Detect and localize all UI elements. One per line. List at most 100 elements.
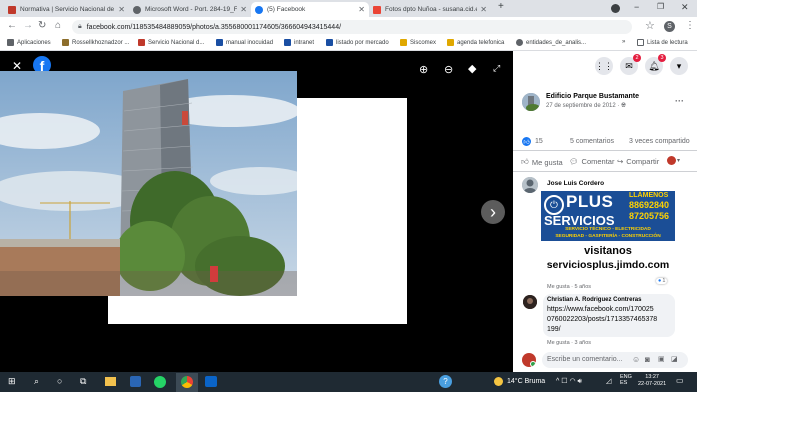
- ad-services-line-2: SEGURIDAD - GASFITERÍA - CONSTRUCCIÓN: [555, 234, 661, 239]
- help-icon[interactable]: ?: [439, 375, 452, 388]
- system-tray-icons[interactable]: ^ ☐ ◠ 🔊︎: [556, 377, 582, 386]
- comment-text-line[interactable]: https://www.facebook.com/170025: [547, 306, 654, 313]
- post-panel: ⋮⋮ ✉ 2 🔔︎ 3 ▾ Edificio Parque Bustamante…: [513, 51, 697, 372]
- comment-input-box[interactable]: Escribe un comentario... ☺ ◙ ▣ ◪: [542, 352, 688, 368]
- share-arrow-icon: ↪: [617, 157, 624, 166]
- comment-meta[interactable]: Me gusta · 3 años: [547, 340, 591, 346]
- zoom-out-icon[interactable]: ⊖: [444, 63, 453, 76]
- fullscreen-icon[interactable]: ⤢: [493, 63, 500, 74]
- search-icon[interactable]: ⌕: [34, 376, 39, 387]
- wifi-icon[interactable]: ◿: [606, 377, 611, 385]
- bookmark-favicon-icon: [447, 39, 454, 46]
- browser-tab-active[interactable]: (5) Facebook ✕: [251, 2, 369, 17]
- commenter-avatar[interactable]: [523, 295, 537, 309]
- page-avatar[interactable]: [522, 93, 540, 111]
- browser-tab[interactable]: Normativa | Servicio Nacional de ✕: [4, 2, 129, 17]
- url-text: facebook.com/118535484889059/photos/a.35…: [86, 23, 342, 31]
- close-tab-icon[interactable]: ✕: [240, 5, 247, 14]
- profile-dot-icon[interactable]: [611, 4, 620, 13]
- navigation-bar: ← → ↻ ⌂ 🔒︎ facebook.com/118535484889059/…: [0, 17, 697, 37]
- shares-count[interactable]: 3 veces compartido: [629, 138, 690, 145]
- forward-arrow-icon[interactable]: →: [23, 20, 33, 31]
- comment-author[interactable]: Jose Luis Cordero: [547, 180, 604, 187]
- ad-services-line-1: SERVICIO TÉCNICO - ELECTRICIDAD: [565, 227, 651, 232]
- gif-icon[interactable]: ▣: [658, 355, 665, 363]
- new-tab-button[interactable]: +: [498, 1, 504, 12]
- comments-count[interactable]: 5 comentarios: [570, 138, 614, 145]
- chrome-taskbar-active[interactable]: [176, 373, 198, 392]
- bookmark-item[interactable]: listado por mercado: [326, 39, 389, 46]
- post-date[interactable]: 27 de septiembre de 2012 ·: [546, 103, 621, 109]
- reload-icon[interactable]: ↻: [38, 20, 46, 31]
- comment-reactions[interactable]: ● 1: [656, 278, 668, 284]
- commenter-avatar[interactable]: [522, 177, 538, 193]
- close-window-button[interactable]: ✕: [681, 2, 689, 13]
- next-photo-button[interactable]: ›: [481, 200, 505, 224]
- file-explorer-icon[interactable]: [105, 377, 116, 386]
- comment-image-ad[interactable]: ⏻ PLUS SERVICIOS LLÁMENOS 88692840 87205…: [541, 191, 675, 284]
- ad-brand-top: PLUS: [566, 192, 614, 211]
- maximize-button[interactable]: ❐: [657, 2, 664, 11]
- like-button[interactable]: 👍︎ Me gusta: [521, 157, 563, 167]
- reactions-count[interactable]: 15: [535, 138, 543, 145]
- account-menu-button[interactable]: ▾: [670, 57, 688, 75]
- reading-list-button[interactable]: Lista de lectura: [637, 39, 688, 46]
- bookmark-item[interactable]: intranet: [284, 39, 314, 46]
- close-tab-icon[interactable]: ✕: [358, 5, 365, 14]
- language-indicator[interactable]: ENG ES: [620, 374, 632, 386]
- bookmark-item[interactable]: manual inocuidad: [216, 39, 273, 46]
- notification-center-icon[interactable]: ▭: [676, 376, 684, 385]
- bookmark-item[interactable]: Siscomex: [400, 39, 436, 46]
- bookmark-apps[interactable]: Aplicaciones: [7, 39, 51, 46]
- windows-start-icon[interactable]: ⊞: [8, 376, 16, 387]
- profile-avatar[interactable]: S: [664, 21, 675, 32]
- back-arrow-icon[interactable]: ←: [7, 20, 17, 31]
- post-author[interactable]: Edificio Parque Bustamante: [546, 93, 639, 100]
- clock-date: 22-07-2021: [638, 381, 667, 387]
- cortana-icon[interactable]: ○: [57, 376, 62, 386]
- bookmark-item[interactable]: Servicio Nacional d...: [138, 39, 204, 46]
- messenger-button[interactable]: ✉ 2: [620, 54, 641, 75]
- notifications-badge: 3: [658, 54, 666, 62]
- outlook-icon[interactable]: [205, 376, 217, 387]
- post-options-button[interactable]: ···: [675, 96, 684, 106]
- notifications-button[interactable]: 🔔︎ 3: [645, 54, 666, 75]
- weather-text[interactable]: 14°C Bruma: [507, 378, 545, 385]
- task-view-icon[interactable]: ⧉: [80, 376, 86, 387]
- store-icon[interactable]: [130, 376, 141, 387]
- home-icon[interactable]: ⌂: [55, 20, 61, 31]
- audience-selector[interactable]: ▾: [667, 156, 680, 165]
- windows-taskbar: ⊞ ⌕ ○ ⧉ ? 14°C Bruma ^ ☐ ◠ 🔊︎ ◿ ENG ES 13…: [0, 372, 697, 392]
- sticker-icon[interactable]: ◪: [671, 355, 678, 363]
- emoji-icon[interactable]: ☺: [632, 355, 640, 364]
- camera-icon[interactable]: ◙: [645, 355, 650, 364]
- zoom-in-icon[interactable]: ⊕: [419, 63, 428, 76]
- comment-text-line[interactable]: 199/: [547, 326, 561, 333]
- menu-grid-button[interactable]: ⋮⋮: [595, 57, 613, 75]
- bookmarks-overflow-button[interactable]: »: [622, 39, 625, 45]
- browser-tab[interactable]: Fotos dpto Ñuñoa - susana.cid.e ✕: [369, 2, 491, 17]
- bookmark-item[interactable]: agenda telefonica: [447, 39, 504, 46]
- bookmark-favicon-icon: [326, 39, 333, 46]
- share-button[interactable]: ↪ Compartir: [617, 157, 659, 166]
- bookmark-item[interactable]: entidades_de_analis...: [516, 39, 586, 46]
- close-tab-icon[interactable]: ✕: [480, 5, 487, 14]
- comment-text-line[interactable]: 0760022203/posts/1713357465378: [547, 316, 657, 323]
- current-user-avatar[interactable]: [522, 353, 536, 367]
- close-tab-icon[interactable]: ✕: [118, 5, 125, 14]
- address-bar[interactable]: 🔒︎ facebook.com/118535484889059/photos/a…: [72, 20, 632, 34]
- building-photo: [0, 71, 297, 296]
- ad-visit-text: visitanos: [584, 245, 632, 257]
- minimize-button[interactable]: −: [634, 2, 639, 12]
- clock[interactable]: 13:27 22-07-2021: [638, 374, 666, 388]
- browser-menu-icon[interactable]: ⋮: [685, 20, 695, 31]
- tag-icon[interactable]: ◆: [468, 62, 476, 75]
- browser-tab[interactable]: Microsoft Word - Port. 284-19_F ✕: [129, 2, 251, 17]
- weather-sun-icon[interactable]: [494, 377, 503, 386]
- comment-author[interactable]: Christian A. Rodriguez Contreras: [547, 297, 641, 303]
- bookmark-star-icon[interactable]: ☆: [645, 19, 655, 32]
- bookmark-item[interactable]: Rossellkhoznadzor ...: [62, 39, 129, 46]
- comment-meta[interactable]: Me gusta · 5 años: [547, 284, 591, 290]
- comment-button[interactable]: 💬︎ Comentar: [569, 157, 614, 166]
- whatsapp-icon[interactable]: [154, 376, 166, 388]
